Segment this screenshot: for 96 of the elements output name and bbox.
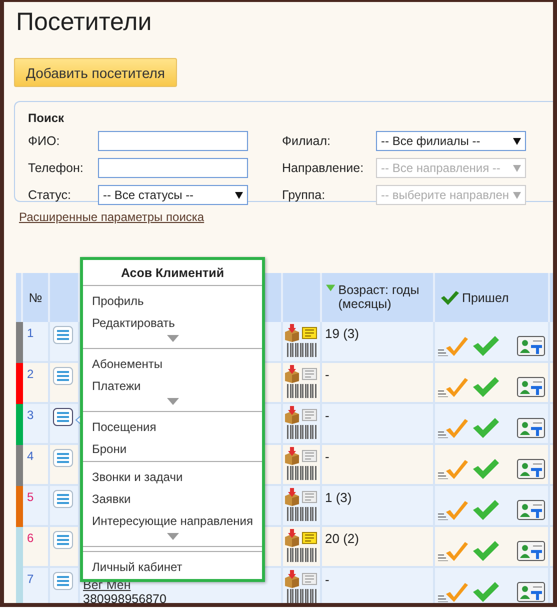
input-field[interactable] [98, 131, 248, 151]
row-number[interactable]: 1 [27, 326, 34, 340]
age-value: - [325, 367, 330, 382]
barcode-icon[interactable] [287, 466, 317, 480]
header-cell[interactable]: Пришел [435, 273, 550, 322]
barcode-icon[interactable] [287, 548, 317, 562]
checklist-icon[interactable] [438, 376, 468, 396]
add-contact-icon[interactable] [517, 376, 545, 396]
age-value: 1 (3) [325, 490, 352, 505]
header-cell [16, 273, 23, 322]
note-icon[interactable] [302, 327, 317, 339]
add-contact-icon[interactable] [517, 500, 545, 520]
column-header: № [23, 273, 50, 322]
menu-item[interactable]: Посещения [83, 417, 262, 439]
menu-button[interactable] [53, 408, 73, 426]
package-icon[interactable] [283, 365, 301, 383]
expand-icon[interactable] [166, 533, 178, 540]
check-icon[interactable] [472, 418, 498, 438]
menu-item[interactable]: Редактировать [83, 313, 262, 335]
add-contact-icon[interactable] [517, 336, 545, 356]
age-value: - [325, 572, 330, 587]
package-icon[interactable] [283, 488, 301, 506]
menu-item[interactable]: Заявки [83, 489, 262, 511]
barcode-icon[interactable] [287, 425, 317, 439]
field-label: Филиал: [282, 134, 332, 148]
field-label: Направление: [282, 161, 365, 175]
dropdown[interactable]: -- Все статусы -- [98, 185, 248, 205]
add-contact-icon[interactable] [517, 582, 545, 602]
dropdown-arrow-icon [513, 164, 521, 172]
field-label: Статус: [28, 188, 72, 202]
row-number[interactable]: 7 [27, 572, 34, 586]
column-header[interactable]: Пришел [462, 290, 509, 304]
visitor-phone: 380998956870 [83, 592, 168, 603]
package-icon[interactable] [283, 447, 301, 465]
note-icon[interactable] [302, 573, 317, 585]
add-contact-icon[interactable] [517, 540, 545, 560]
add-contact-icon[interactable] [517, 458, 545, 478]
add-visitor-button[interactable]: Добавить посетителя [14, 58, 178, 87]
field-label: Телефон: [28, 161, 84, 175]
field-label: ФИО: [28, 134, 61, 148]
advanced-search-link[interactable]: Расширенные параметры поиска [19, 210, 204, 224]
header-cell[interactable]: Возраст: годы (месяцы) [322, 273, 435, 322]
note-icon[interactable] [302, 409, 317, 421]
search-title: Поиск [28, 111, 66, 125]
row-number[interactable]: 5 [27, 490, 34, 504]
menu-title: Асов Климентий [83, 260, 262, 286]
age-value: 20 (2) [325, 531, 359, 546]
menu-item[interactable]: Личный кабинет [83, 557, 262, 579]
row-number[interactable]: 4 [27, 449, 34, 463]
dropdown-arrow-icon [235, 192, 243, 198]
check-icon[interactable] [472, 582, 498, 602]
note-icon[interactable] [302, 532, 317, 544]
check-icon[interactable] [472, 500, 498, 520]
column-header[interactable]: Возраст: годы (месяцы) [338, 283, 429, 311]
page-title: Посетители [16, 8, 153, 38]
checklist-icon[interactable] [438, 500, 468, 520]
package-icon[interactable] [283, 570, 301, 588]
package-icon[interactable] [283, 529, 301, 547]
check-icon[interactable] [472, 540, 498, 560]
field-label: Группа: [282, 188, 326, 202]
expand-icon[interactable] [166, 335, 178, 342]
package-icon[interactable] [283, 324, 301, 342]
barcode-icon[interactable] [287, 384, 317, 398]
menu-item[interactable]: Платежи [83, 376, 262, 398]
check-icon[interactable] [472, 458, 498, 478]
row-number[interactable]: 3 [27, 408, 34, 422]
check-icon[interactable] [472, 376, 498, 396]
note-icon[interactable] [302, 368, 317, 380]
age-value: - [325, 449, 330, 464]
checklist-icon[interactable] [438, 540, 468, 560]
row-number[interactable]: 2 [27, 367, 34, 381]
note-icon[interactable] [302, 450, 317, 462]
note-icon[interactable] [302, 491, 317, 503]
dropdown-arrow-icon [513, 192, 521, 198]
age-value: 19 (3) [325, 326, 359, 341]
menu-item[interactable]: Брони [83, 439, 262, 461]
barcode-icon[interactable] [287, 589, 317, 603]
check-icon [441, 290, 459, 304]
menu-item[interactable]: Звонки и задачи [83, 467, 262, 489]
menu-item[interactable]: Интересующие направления [83, 511, 262, 533]
age-value: - [325, 408, 330, 423]
input-field[interactable] [98, 158, 248, 178]
package-icon[interactable] [283, 406, 301, 424]
checklist-icon[interactable] [438, 458, 468, 478]
check-icon[interactable] [472, 336, 498, 356]
menu-item[interactable]: Абонементы [83, 354, 262, 376]
menu-item[interactable]: Профиль [83, 291, 262, 313]
checklist-icon[interactable] [438, 582, 468, 602]
dropdown[interactable]: -- Все филиалы -- [376, 131, 526, 151]
dropdown-arrow-icon [513, 138, 521, 144]
checklist-icon[interactable] [438, 336, 468, 356]
row-number[interactable]: 6 [27, 531, 34, 545]
barcode-icon[interactable] [287, 507, 317, 521]
checklist-icon[interactable] [438, 418, 468, 438]
barcode-icon[interactable] [287, 343, 317, 357]
add-contact-icon[interactable] [517, 418, 545, 438]
